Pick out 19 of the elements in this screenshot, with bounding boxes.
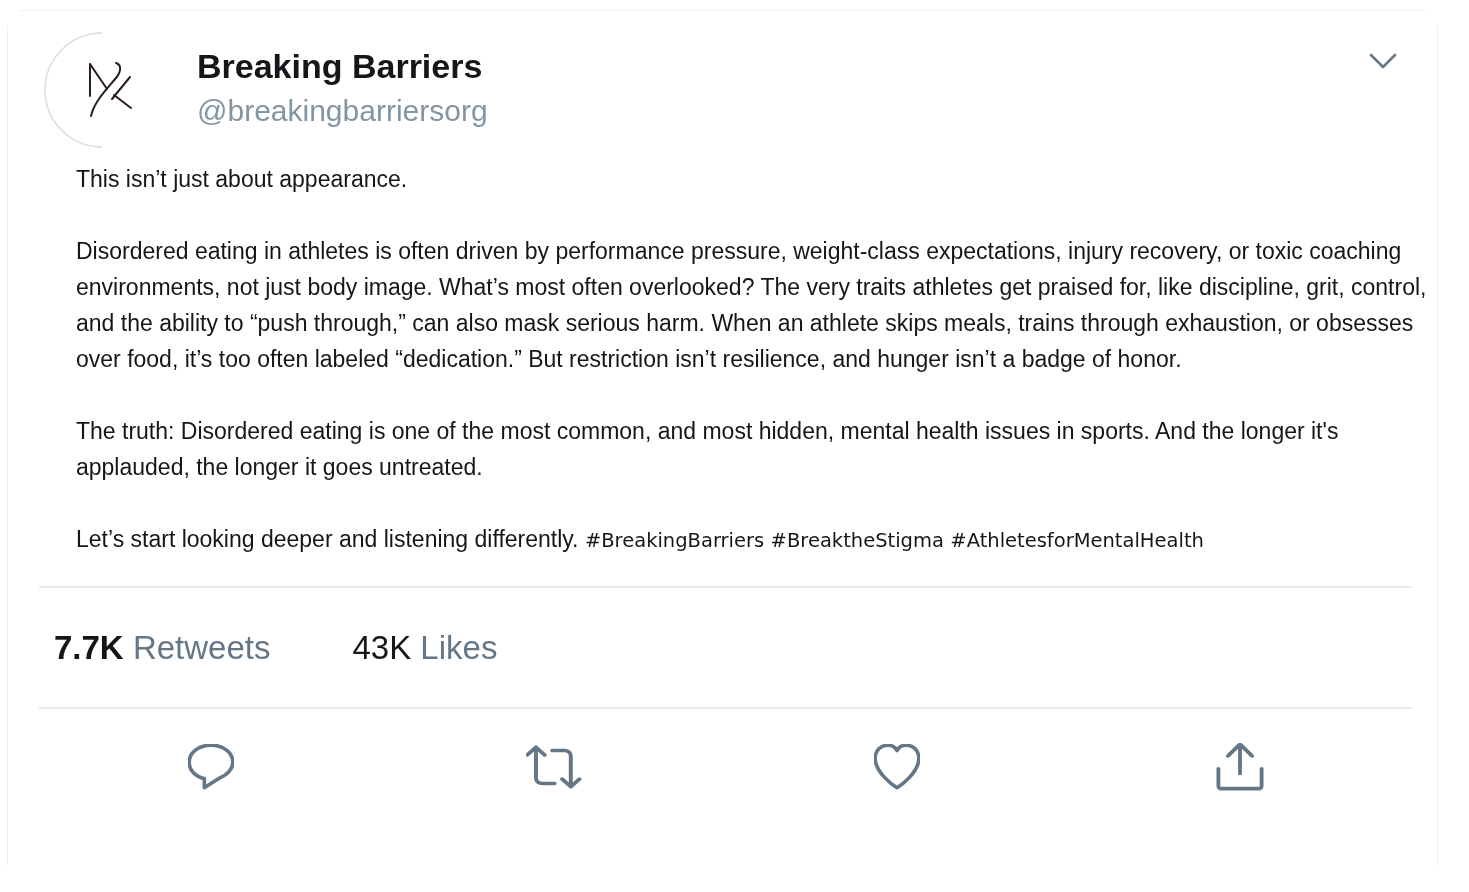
stat-link[interactable]: 43K Likes (352, 627, 498, 668)
tweet-paragraph: Disordered eating in athletes is often driven by performance pressure, weight-class expectations, injury recovery, or toxic coaching environments, not just body image. What’s most often overlooked? The very traits athletes get praised for, like discipline, grit, control, and the ability to “push through,” can also mask serious harm. When an athlete skips meals, trains through exhaustion, or obsesses over food, it’s too often labeled “dedication.” But restriction isn’t resilience, and hunger isn’t a badge of honor. (76, 237, 1428, 374)
hashtag-link[interactable]: #BreaktheStigma (770, 529, 944, 552)
tweet-paragraph: This isn’t just about appearance. (76, 165, 409, 194)
speech-bubble-icon (187, 744, 234, 790)
repost-arrows-icon (525, 745, 582, 789)
tweet-paragraph: Let’s start looking deeper and listening differently. #BreakingBarriers #BreaktheStigma #AthletesforMentalHealth (76, 525, 1205, 554)
like-button[interactable] (872, 742, 923, 792)
chevron-down-icon (1369, 52, 1397, 70)
tweet-paragraph: The truth: Disordered eating is one of the most common, and most hidden, mental health issues in sports. And the longer it's applauded, the longer it goes untreated. (76, 417, 1340, 482)
stat-link[interactable]: 7.7K Retweets (54, 627, 271, 668)
reply-button[interactable] (185, 742, 236, 792)
author-name[interactable]: Breaking Barriers (197, 45, 483, 87)
retweet-button[interactable] (523, 743, 584, 791)
share-icon (1216, 743, 1265, 791)
heart-icon (874, 744, 921, 790)
hashtag-link[interactable]: #BreakingBarriers (584, 529, 765, 552)
share-button[interactable] (1214, 741, 1267, 793)
hashtag-link[interactable]: #AthletesforMentalHealth (950, 529, 1204, 552)
